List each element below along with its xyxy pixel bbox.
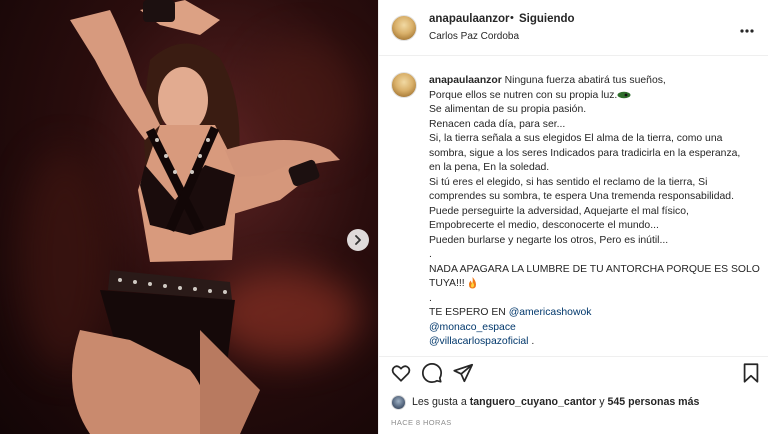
post-timestamp[interactable]: HACE 8 HORAS — [391, 418, 452, 427]
post-image[interactable] — [0, 0, 378, 434]
caption-line: sombra, sigue a los seres Indicados para… — [429, 147, 741, 159]
share-button[interactable] — [452, 362, 474, 384]
caption-line: NADA APAGARA LA LUMBRE DE TU ANTORCHA PO… — [429, 263, 760, 275]
caption-avatar[interactable] — [391, 72, 417, 98]
comment-icon — [421, 362, 443, 384]
bookmark-icon — [743, 363, 759, 383]
separator-dot: • — [510, 12, 514, 24]
save-button[interactable] — [740, 362, 762, 384]
caption-line: Si tú eres el elegido, si has sentido el… — [429, 176, 708, 188]
likes-summary: Les gusta a tanguero_cuyano_cantor y 545… — [391, 394, 699, 410]
chevron-right-icon — [355, 235, 361, 245]
mention-link[interactable]: @villacarlospazoficial — [429, 336, 528, 347]
caption-username[interactable]: anapaulaanzor — [429, 75, 502, 86]
like-button[interactable] — [390, 362, 412, 384]
post-location[interactable]: Carlos Paz Cordoba — [429, 31, 519, 42]
send-icon — [453, 363, 474, 383]
caption-line: Renacen cada día, para ser... — [429, 118, 566, 130]
caption-line: TUYA!!! — [429, 278, 465, 289]
caption-trailing-dot: . — [531, 336, 535, 347]
caption-line: Porque ellos se nutren con su propia luz… — [429, 89, 618, 101]
caption-line: Pueden burlarse y negarte los otros, Per… — [429, 234, 669, 246]
follow-status-button[interactable]: Siguiendo — [519, 13, 575, 25]
post-side-panel: anapaulaanzor • Siguiendo Carlos Paz Cor… — [378, 0, 768, 434]
likes-connector: y — [599, 396, 605, 408]
next-image-button[interactable] — [347, 229, 369, 251]
dancer-figure — [70, 0, 340, 434]
caption-line: Si, la tierra señala a sus elegidos El a… — [429, 133, 723, 144]
heart-icon — [391, 365, 411, 382]
caption-line: en la pena, En la soledad. — [429, 162, 550, 173]
more-options-button[interactable] — [740, 20, 754, 36]
eye-emoji-icon — [617, 91, 631, 98]
mention-link[interactable]: @monaco_espace — [429, 322, 516, 333]
caption-line: Puede perseguirte la adversidad, Aquejar… — [429, 205, 689, 217]
mention-link[interactable]: @americashowok — [509, 307, 592, 318]
caption-line: comprendes su sombra, te espera Una trem… — [429, 191, 734, 202]
caption-line: Ninguna fuerza abatirá tus sueños, — [504, 75, 666, 86]
liker-username[interactable]: tanguero_cuyano_cantor — [470, 396, 597, 408]
caption: anapaulaanzor Ninguna fuerza abatirá tus… — [379, 56, 768, 356]
comment-button[interactable] — [421, 362, 443, 384]
caption-line: . — [429, 292, 432, 304]
caption-line: Se alimentan de su propia pasión. — [429, 104, 587, 115]
avatar[interactable] — [391, 15, 417, 41]
likes-others-link[interactable]: 545 personas más — [608, 396, 700, 408]
post-username[interactable]: anapaulaanzor — [429, 13, 510, 25]
more-horizontal-icon — [740, 29, 754, 33]
action-bar — [379, 356, 768, 384]
liker-avatar[interactable] — [391, 394, 406, 410]
caption-text: anapaulaanzor Ninguna fuerza abatirá tus… — [429, 74, 764, 350]
fire-emoji-icon — [468, 277, 476, 289]
caption-line: Empobrecerte el medio, desconocerte el m… — [429, 220, 659, 231]
post-header: anapaulaanzor • Siguiendo Carlos Paz Cor… — [379, 0, 768, 56]
likes-prefix: Les gusta a — [412, 396, 467, 408]
caption-line: TE ESPERO EN — [429, 307, 506, 318]
caption-line: . — [429, 249, 432, 260]
